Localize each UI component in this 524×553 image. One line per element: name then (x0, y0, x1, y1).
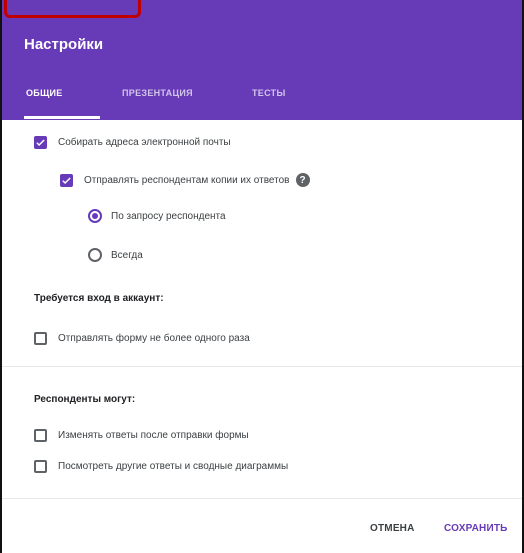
check-icon (36, 139, 45, 147)
see-summary-row[interactable]: Посмотреть другие ответы и сводные диагр… (34, 460, 288, 473)
limit-one-label: Отправлять форму не более одного раза (58, 333, 250, 344)
collect-emails-label: Собирать адреса электронной почты (58, 137, 231, 148)
send-copies-checkbox[interactable] (60, 173, 73, 187)
limit-one-row[interactable]: Отправлять форму не более одного раза (34, 332, 250, 345)
see-summary-checkbox[interactable] (34, 460, 47, 473)
edit-after-row[interactable]: Изменять ответы после отправки формы (34, 429, 249, 442)
collect-emails-row[interactable]: Собирать адреса электронной почты (34, 136, 231, 149)
always-radio[interactable] (88, 248, 102, 262)
respondents-section-title: Респонденты могут: (34, 394, 136, 405)
highlight-box (4, 0, 141, 18)
dialog-header: Настройки ОБЩИЕ ПРЕЗЕНТАЦИЯ ТЕСТЫ (2, 0, 522, 120)
cancel-button[interactable]: ОТМЕНА (370, 523, 415, 534)
tab-presentation[interactable]: ПРЕЗЕНТАЦИЯ (122, 88, 193, 98)
on-request-radio[interactable] (88, 209, 102, 223)
footer-divider (2, 498, 522, 499)
on-request-label: По запросу респондента (111, 210, 226, 222)
login-section-title: Требуется вход в аккаунт: (34, 293, 164, 304)
send-copies-label: Отправлять респондентам копии их ответов (84, 174, 290, 186)
always-label: Всегда (111, 249, 143, 261)
send-mode-always-row[interactable]: Всегда (88, 248, 143, 262)
send-copies-row[interactable]: Отправлять респондентам копии их ответов… (60, 173, 310, 187)
active-tab-indicator (24, 116, 100, 119)
edit-after-checkbox[interactable] (34, 429, 47, 442)
tab-quizzes[interactable]: ТЕСТЫ (252, 88, 286, 98)
collect-emails-checkbox[interactable] (34, 136, 47, 149)
check-icon (62, 176, 71, 184)
save-button[interactable]: СОХРАНИТЬ (444, 523, 508, 534)
send-mode-on-request-row[interactable]: По запросу респондента (88, 209, 226, 223)
edit-after-label: Изменять ответы после отправки формы (58, 430, 249, 441)
see-summary-label: Посмотреть другие ответы и сводные диагр… (58, 461, 289, 472)
tab-bar: ОБЩИЕ ПРЕЗЕНТАЦИЯ ТЕСТЫ (4, 78, 524, 120)
limit-one-checkbox[interactable] (34, 332, 47, 345)
tab-general[interactable]: ОБЩИЕ (26, 88, 63, 98)
help-icon[interactable]: ? (295, 173, 310, 187)
dialog-title: Настройки (24, 36, 104, 53)
section-divider (2, 366, 522, 367)
